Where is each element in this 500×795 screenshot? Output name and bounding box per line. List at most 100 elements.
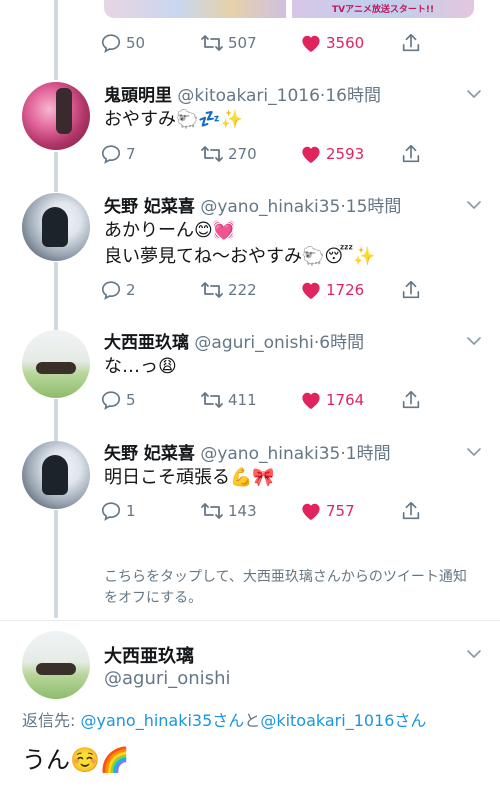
- reply-icon: [101, 34, 121, 53]
- timestamp[interactable]: 16時間: [325, 86, 381, 106]
- reply-count: 1: [126, 502, 136, 520]
- retweet-count: 222: [228, 281, 257, 299]
- retweet-icon: [201, 503, 223, 519]
- display-name[interactable]: 鬼頭明里: [104, 86, 172, 106]
- display-name[interactable]: 大西亜玖璃: [104, 333, 189, 353]
- tweet-text: うん☺️🌈: [22, 746, 130, 774]
- chevron-down-icon[interactable]: [466, 197, 482, 213]
- tweet-text: 明日こそ頑張る💪🎀: [104, 467, 275, 488]
- share-button[interactable]: [400, 31, 422, 55]
- reply-icon: [101, 145, 121, 164]
- tweet-actions: 5 411 1764: [100, 388, 430, 412]
- share-button[interactable]: [400, 499, 422, 523]
- media-image[interactable]: [104, 0, 286, 18]
- retweet-icon: [201, 35, 223, 51]
- retweet-button[interactable]: 411: [200, 388, 257, 412]
- tweet-text-line: 良い夢見てね〜おやすみ🐑😴✨: [104, 246, 376, 267]
- share-icon: [402, 144, 420, 163]
- share-icon: [402, 280, 420, 299]
- reply-user-link[interactable]: @kitoakari_1016さん: [260, 711, 426, 730]
- avatar[interactable]: [22, 631, 90, 699]
- username[interactable]: @aguri_onishi: [104, 668, 230, 689]
- tweet-text: な…っ😩: [104, 356, 177, 377]
- avatar[interactable]: [22, 330, 90, 398]
- tweet-actions: 2 222 1726: [100, 278, 430, 302]
- reply-and: と: [244, 711, 261, 730]
- username[interactable]: @yano_hinaki35: [200, 197, 340, 217]
- mute-notifications-link[interactable]: こちらをタップして、大西亜玖璃さんからのツイート通知をオフにする。: [104, 567, 474, 609]
- like-button[interactable]: 2593: [300, 142, 364, 166]
- reply-button[interactable]: 1: [100, 499, 136, 523]
- retweet-count: 411: [228, 391, 257, 409]
- media-image[interactable]: TVアニメ放送スタート!!: [292, 0, 474, 18]
- reply-count: 5: [126, 391, 136, 409]
- retweet-icon: [201, 146, 223, 162]
- reply-button[interactable]: 2: [100, 278, 136, 302]
- username[interactable]: @kitoakari_1016: [177, 86, 320, 106]
- thread-line: [54, 510, 58, 618]
- like-button[interactable]: 757: [300, 499, 355, 523]
- share-icon: [402, 33, 420, 52]
- avatar[interactable]: [22, 82, 90, 150]
- avatar[interactable]: [22, 193, 90, 261]
- chevron-down-icon[interactable]: [466, 333, 482, 349]
- like-button[interactable]: 1764: [300, 388, 364, 412]
- tweet-actions: 50 507 3560: [100, 31, 430, 55]
- reply-icon: [101, 281, 121, 300]
- timestamp[interactable]: 15時間: [346, 197, 402, 217]
- share-button[interactable]: [400, 388, 422, 412]
- like-count: 757: [326, 502, 355, 520]
- retweet-count: 270: [228, 145, 257, 163]
- divider: [0, 620, 500, 621]
- share-button[interactable]: [400, 278, 422, 302]
- display-name[interactable]: 大西亜玖璃: [104, 642, 194, 668]
- heart-icon: [302, 146, 320, 164]
- timestamp[interactable]: 6時間: [319, 333, 364, 353]
- heart-icon: [302, 282, 320, 300]
- retweet-button[interactable]: 222: [200, 278, 257, 302]
- tweet-header: 鬼頭明里 @kitoakari_1016·16時間: [104, 81, 381, 106]
- tweet-actions: 7 270 2593: [100, 142, 430, 166]
- username[interactable]: @aguri_onishi: [194, 333, 313, 353]
- tweet-header: 矢野 妃菜喜 @yano_hinaki35·1時間: [104, 439, 391, 464]
- display-name[interactable]: 矢野 妃菜喜: [104, 444, 195, 464]
- chevron-down-icon[interactable]: [466, 86, 482, 102]
- username[interactable]: @yano_hinaki35: [200, 444, 340, 464]
- retweet-icon: [201, 392, 223, 408]
- tweet-media-preview[interactable]: TVアニメ放送スタート!!: [104, 0, 474, 18]
- tweet-text-line: あかりーん😊💓: [104, 220, 236, 241]
- timestamp[interactable]: 1時間: [346, 444, 391, 464]
- retweet-button[interactable]: 507: [200, 31, 257, 55]
- like-count: 3560: [326, 34, 365, 52]
- display-name[interactable]: 矢野 妃菜喜: [104, 197, 195, 217]
- thread-line: [54, 0, 58, 80]
- like-button[interactable]: 3560: [300, 31, 364, 55]
- reply-count: 7: [126, 145, 136, 163]
- retweet-button[interactable]: 270: [200, 142, 257, 166]
- share-icon: [402, 390, 420, 409]
- reply-button[interactable]: 5: [100, 388, 136, 412]
- reply-count: 50: [126, 34, 146, 52]
- thread-line: [54, 152, 58, 192]
- chevron-down-icon[interactable]: [466, 444, 482, 460]
- tweet-actions: 1 143 757: [100, 499, 430, 523]
- retweet-icon: [201, 282, 223, 298]
- chevron-down-icon[interactable]: [466, 646, 482, 662]
- share-button[interactable]: [400, 142, 422, 166]
- retweet-button[interactable]: 143: [200, 499, 257, 523]
- reply-count: 2: [126, 281, 136, 299]
- reply-prefix: 返信先:: [22, 711, 81, 730]
- heart-icon: [302, 392, 320, 410]
- like-button[interactable]: 1726: [300, 278, 364, 302]
- like-count: 1726: [326, 281, 365, 299]
- reply-button[interactable]: 50: [100, 31, 145, 55]
- replying-to: 返信先: @yano_hinaki35さんと@kitoakari_1016さん: [22, 707, 426, 731]
- reply-button[interactable]: 7: [100, 142, 136, 166]
- heart-icon: [302, 503, 320, 521]
- like-count: 1764: [326, 391, 365, 409]
- like-count: 2593: [326, 145, 365, 163]
- tweet-header: 大西亜玖璃 @aguri_onishi·6時間: [104, 328, 364, 353]
- reply-user-link[interactable]: @yano_hinaki35さん: [80, 711, 244, 730]
- thread-line: [54, 399, 58, 441]
- avatar[interactable]: [22, 441, 90, 509]
